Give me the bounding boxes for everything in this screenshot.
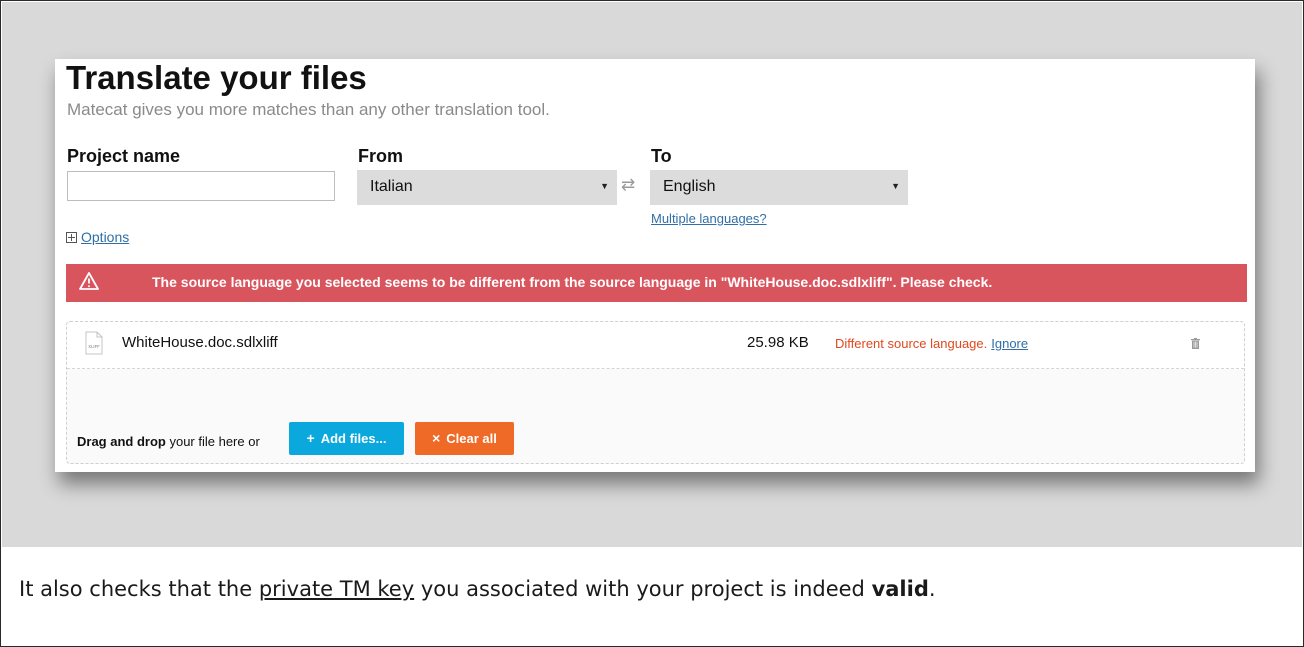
drag-drop-instructions: Drag and drop your file here or	[77, 434, 260, 449]
caption-part-2: you associated with your project is inde…	[414, 577, 872, 601]
expand-plus-icon	[66, 231, 77, 243]
chevron-down-icon: ▼	[891, 181, 900, 191]
private-tm-key-link[interactable]: private TM key	[259, 577, 414, 601]
chevron-down-icon: ▼	[600, 181, 609, 191]
plus-icon: +	[306, 430, 315, 446]
add-files-button[interactable]: + Add files...	[289, 422, 404, 455]
caption-part-3: .	[928, 577, 936, 601]
source-language-select[interactable]: Italian ▼	[357, 170, 617, 205]
from-label: From	[358, 146, 403, 166]
screenshot-background: Translate your files Matecat gives you m…	[2, 2, 1302, 547]
to-label: To	[651, 146, 672, 166]
multiple-languages-link[interactable]: Multiple languages?	[651, 211, 767, 226]
file-drop-zone[interactable]: XLIFF WhiteHouse.doc.sdlxliff 25.98 KB D…	[66, 321, 1245, 464]
file-name: WhiteHouse.doc.sdlxliff	[122, 334, 278, 351]
clear-all-label: Clear all	[446, 431, 497, 446]
project-name-label: Project name	[67, 146, 181, 166]
file-size: 25.98 KB	[747, 334, 809, 351]
warning-message: The source language you selected seems t…	[152, 274, 993, 290]
trash-icon[interactable]	[1191, 338, 1200, 349]
drag-drop-bold: Drag and drop	[77, 434, 166, 449]
page-frame: Translate your files Matecat gives you m…	[0, 0, 1304, 647]
file-row: XLIFF WhiteHouse.doc.sdlxliff 25.98 KB D…	[67, 322, 1244, 369]
page-subtitle: Matecat gives you more matches than any …	[67, 100, 550, 119]
options-toggle[interactable]: Options	[66, 229, 129, 245]
swap-languages-icon[interactable]: ⇄	[621, 175, 635, 195]
caption-bold-valid: valid	[871, 577, 929, 601]
file-error-status: Different source language. Ignore	[835, 336, 1028, 351]
file-type-label: XLIFF	[88, 344, 100, 349]
file-error-text: Different source language.	[835, 336, 988, 351]
source-language-value: Italian	[370, 178, 413, 195]
target-language-select[interactable]: English ▼	[650, 170, 908, 205]
clear-all-button[interactable]: × Clear all	[415, 422, 514, 455]
xliff-file-icon: XLIFF	[85, 331, 103, 355]
warning-icon	[79, 272, 99, 290]
target-language-value: English	[663, 178, 716, 195]
add-files-label: Add files...	[320, 431, 387, 446]
project-name-input[interactable]	[67, 171, 335, 201]
caption-text: It also checks that the private TM key y…	[19, 577, 936, 601]
translate-card: Translate your files Matecat gives you m…	[55, 59, 1255, 472]
drag-drop-rest: your file here or	[169, 434, 260, 449]
source-language-warning: The source language you selected seems t…	[66, 264, 1247, 302]
ignore-link[interactable]: Ignore	[991, 336, 1028, 351]
close-icon: ×	[432, 430, 441, 446]
options-label: Options	[81, 229, 130, 245]
caption-part-1: It also checks that the	[19, 577, 259, 601]
page-title: Translate your files	[66, 59, 367, 96]
